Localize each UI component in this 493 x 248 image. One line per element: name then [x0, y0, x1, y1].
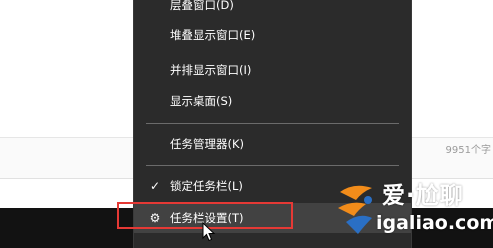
menu-separator [146, 165, 399, 166]
menu-item-task-manager[interactable]: 任务管理器(K) [134, 129, 411, 159]
menu-item-cascade-windows[interactable]: 层叠窗口(D) [134, 0, 411, 20]
watermark-url: igaliao.com [376, 212, 493, 234]
menu-item-side-by-side-windows[interactable]: 并排显示窗口(I) [134, 55, 411, 85]
menu-item-label: 堆叠显示窗口(E) [170, 28, 256, 42]
menu-separator [146, 123, 399, 124]
menu-item-show-desktop[interactable]: 显示桌面(S) [134, 86, 411, 116]
menu-item-stack-windows[interactable]: 堆叠显示窗口(E) [134, 20, 411, 50]
checkmark-icon: ✓ [149, 179, 161, 193]
menu-item-label: 锁定任务栏(L) [170, 179, 243, 193]
watermark: 爱·尬聊 igaliao.com [332, 174, 493, 248]
menu-item-label: 任务管理器(K) [170, 137, 245, 151]
word-count-text: 9951个字 [445, 145, 491, 156]
menu-item-label: 显示桌面(S) [170, 94, 233, 108]
mouse-pointer-icon [202, 222, 216, 242]
watermark-title: 爱·尬聊 [382, 183, 464, 209]
menu-item-label: 并排显示窗口(I) [170, 63, 252, 77]
menu-item-label: 层叠窗口(D) [170, 0, 234, 12]
